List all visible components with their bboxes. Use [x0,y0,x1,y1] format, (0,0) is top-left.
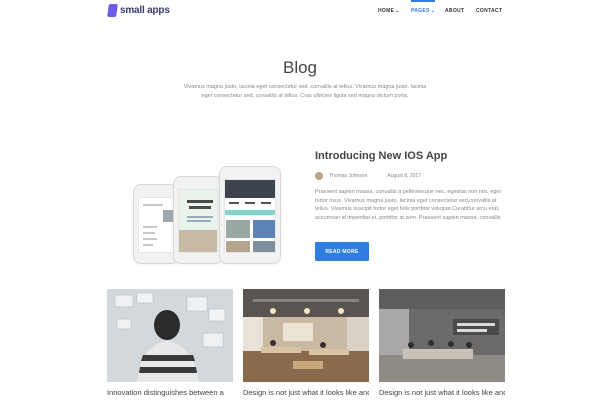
text-line [229,202,239,204]
text-line [189,206,211,209]
post-date: August 8, 2017 [387,173,421,179]
page-title: Blog [282,58,318,77]
page-intro: Vivamus magna justo, lacinia eget consec… [183,84,427,99]
photo-illustration [379,289,505,382]
thumbnail [226,220,250,238]
text-line [261,202,271,204]
blog-card[interactable]: Design is not just what it looks like an… [243,289,369,398]
thumbnail [253,220,275,238]
card-title[interactable]: Design is not just what it looks like an… [243,388,369,398]
phone-screen [138,197,174,253]
thumbnail [226,241,250,252]
nav-item-pages[interactable]: PAGES⌄ [411,0,436,14]
featured-post-title[interactable]: Introducing New IOS App [315,150,447,162]
thumbnail [253,241,275,252]
text-line [143,204,163,206]
nav-item-label: HOME [378,8,395,14]
chevron-down-icon: ⌄ [430,8,436,14]
text-line [187,220,211,222]
card-title[interactable]: Innovation distinguishes between a [107,388,233,398]
post-author[interactable]: Thomas Johnson [329,173,367,179]
main-nav: HOME⌄ PAGES⌄ ABOUT CONTACT [0,0,600,20]
post-excerpt: Praesent sapien massa, convallis a pelle… [315,189,501,221]
text-line [143,226,157,228]
avatar [315,172,323,180]
card-image[interactable] [107,289,233,382]
text-line [143,232,155,234]
thumbnail [179,230,217,252]
nav-item-contact[interactable]: CONTACT [476,8,502,14]
phone-screen [178,189,218,253]
text-line [187,200,213,203]
tab-strip [225,210,275,215]
nav-item-label: PAGES [411,8,430,14]
featured-image[interactable] [133,164,303,264]
blog-card[interactable]: Design is not just what it looks like an… [379,289,505,398]
nav-item-label: ABOUT [445,8,465,14]
text-line [245,202,255,204]
text-line [143,244,153,246]
card-image[interactable] [243,289,369,382]
phone-screen [224,179,276,253]
text-line [143,238,157,240]
post-meta: Thomas Johnson August 8, 2017 [315,170,421,182]
read-more-button[interactable]: READ MORE [315,242,369,261]
card-title[interactable]: Design is not just what it looks like an… [379,388,505,398]
phone-mockup [219,166,281,264]
nav-item-label: CONTACT [476,8,503,14]
phone-mockup [173,176,223,264]
profile-header [225,180,275,198]
card-image[interactable] [379,289,505,382]
nav-item-about[interactable]: ABOUT [445,8,464,14]
blog-card[interactable]: Innovation distinguishes between a [107,289,233,398]
nav-item-home[interactable]: HOME⌄ [378,8,400,14]
text-line [187,216,213,218]
site-header: small apps HOME⌄ PAGES⌄ ABOUT CONTACT [0,0,600,24]
photo-illustration [243,289,369,382]
photo-illustration [107,289,233,382]
chevron-down-icon: ⌄ [395,8,400,14]
